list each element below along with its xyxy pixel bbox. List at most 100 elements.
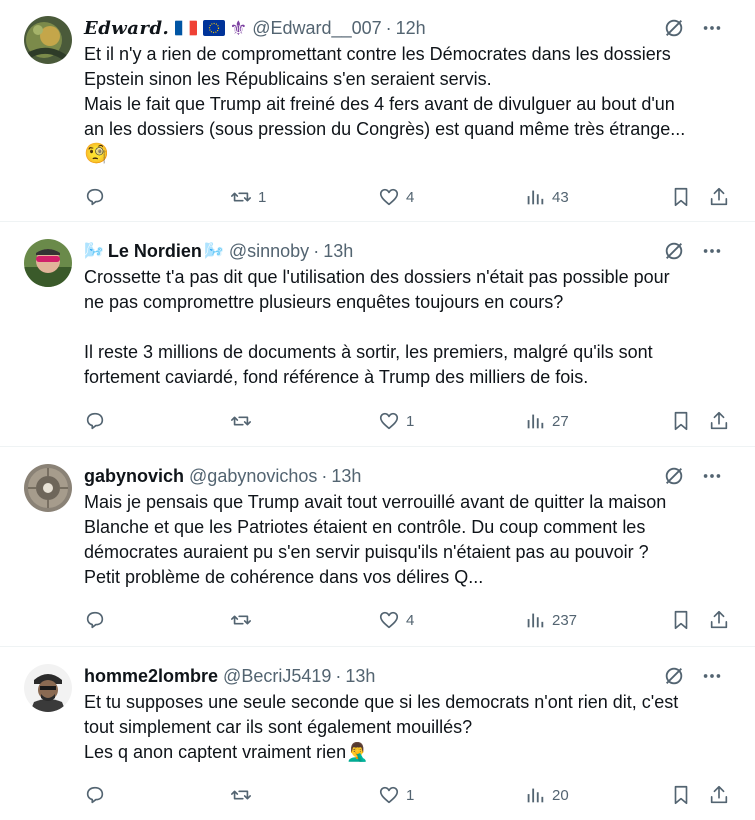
bookmark-button[interactable] (670, 409, 692, 433)
tweet-header: homme2lombre @BecriJ5419 · 13h (84, 664, 739, 688)
view-count: 20 (552, 786, 569, 804)
like-button[interactable]: 1 (378, 783, 414, 807)
analytics-icon (527, 414, 544, 429)
grok-icon[interactable] (663, 665, 685, 687)
like-count: 1 (406, 786, 415, 804)
action-bar: 1 4 43 (84, 185, 735, 209)
tweet-header: Edward. ⚜ @Edward__007 · 12h (84, 16, 739, 40)
paragraph-break (84, 315, 734, 340)
views-button[interactable]: 20 (524, 783, 569, 807)
view-count: 43 (552, 188, 569, 206)
timestamp[interactable]: 13h (331, 466, 361, 487)
display-name[interactable]: homme2lombre (84, 666, 218, 687)
display-name[interactable]: Edward. (84, 18, 169, 39)
bookmark-icon (674, 610, 688, 630)
like-count: 4 (406, 611, 415, 629)
views-button[interactable]: 237 (524, 608, 577, 632)
fleur-de-lis-icon: ⚜ (229, 17, 248, 40)
views-button[interactable]: 27 (524, 409, 569, 433)
reply-button[interactable] (84, 608, 112, 632)
like-button[interactable]: 4 (378, 185, 414, 209)
grok-icon[interactable] (663, 465, 685, 487)
timestamp[interactable]: 13h (345, 666, 375, 687)
action-bar: 4 237 (84, 608, 735, 632)
reply-button[interactable] (84, 409, 112, 433)
more-options-icon[interactable] (701, 240, 723, 262)
share-button[interactable] (708, 409, 730, 433)
avatar[interactable] (24, 16, 72, 64)
bookmark-button[interactable] (670, 185, 692, 209)
share-button[interactable] (708, 783, 730, 807)
timestamp[interactable]: 13h (323, 241, 353, 262)
repost-button[interactable]: 1 (230, 185, 266, 209)
bookmark-button[interactable] (670, 783, 692, 807)
text-line: Petit problème de cohérence dans vos dél… (84, 567, 484, 587)
text-line: Il reste 3 millions de documents à sorti… (84, 342, 653, 362)
grok-icon[interactable] (663, 17, 685, 39)
separator-dot: · (335, 665, 342, 686)
more-options-icon[interactable] (701, 17, 723, 39)
repost-button[interactable] (230, 783, 258, 807)
header-actions (663, 16, 723, 40)
share-button[interactable] (708, 185, 730, 209)
separator-dot: · (385, 17, 392, 38)
avatar[interactable] (24, 464, 72, 512)
display-name[interactable]: Le Nordien (108, 241, 202, 262)
repost-icon (231, 416, 251, 426)
share-icon (710, 411, 728, 430)
tweet[interactable]: homme2lombre @BecriJ5419 · 13h Et tu sup… (0, 648, 755, 820)
tweet-text: Crossette t'a pas dit que l'utilisation … (84, 265, 734, 390)
avatar[interactable] (24, 664, 72, 712)
bookmark-icon (674, 187, 688, 207)
handle[interactable]: @BecriJ5419 (223, 666, 331, 687)
share-button[interactable] (708, 608, 730, 632)
reply-button[interactable] (84, 185, 112, 209)
grok-icon[interactable] (663, 240, 685, 262)
analytics-icon (527, 613, 544, 628)
text-line: ne pas compromettre plusieurs enquêtes t… (84, 292, 564, 312)
tweet[interactable]: gabynovich @gabynovichos · 13h Mais je p… (0, 448, 755, 647)
text-line: Mais le fait que Trump ait freiné des 4 … (84, 94, 675, 114)
header-actions (663, 239, 723, 263)
handle[interactable]: @gabynovichos (189, 466, 317, 487)
repost-button[interactable] (230, 608, 258, 632)
tweet-text: Et il n'y a rien de compromettant contre… (84, 42, 734, 167)
handle[interactable]: @Edward__007 (252, 18, 381, 39)
like-button[interactable]: 1 (378, 409, 414, 433)
wind-icon: 🌬️ (203, 243, 224, 260)
handle[interactable]: @sinnoby (229, 241, 309, 262)
reply-button[interactable] (84, 783, 112, 807)
share-icon (710, 785, 728, 804)
text-line: Crossette t'a pas dit que l'utilisation … (84, 267, 670, 287)
repost-button[interactable] (230, 409, 258, 433)
wind-icon: 🌬️ (84, 243, 104, 260)
tweet-header: gabynovich @gabynovichos · 13h (84, 464, 739, 488)
text-line: Blanche et que les Patriotes étaient en … (84, 517, 646, 537)
view-count: 237 (552, 611, 578, 629)
reply-icon (86, 188, 104, 206)
text-line: an les dossiers (sous pression du Congrè… (84, 119, 686, 139)
tweet[interactable]: 🌬️ Le Nordien 🌬️ @sinnoby · 13h Crossett… (0, 223, 755, 447)
share-icon (710, 187, 728, 206)
display-name[interactable]: gabynovich (84, 466, 184, 487)
more-options-icon[interactable] (701, 465, 723, 487)
text-line: Les q anon captent vraiment rien🤦‍♂️ (84, 742, 369, 762)
like-count: 1 (406, 412, 415, 430)
share-icon (710, 610, 728, 629)
reply-icon (86, 786, 104, 804)
like-count: 4 (406, 188, 415, 206)
tweet-text: Et tu supposes une seule seconde que si … (84, 690, 734, 765)
bookmark-button[interactable] (670, 608, 692, 632)
heart-icon (379, 611, 399, 629)
views-button[interactable]: 43 (524, 185, 569, 209)
tweet[interactable]: Edward. ⚜ @Edward__007 · 12h Et il n'y a… (0, 0, 755, 222)
avatar[interactable] (24, 239, 72, 287)
repost-icon (231, 790, 251, 800)
repost-count: 1 (258, 188, 267, 206)
separator-dot: · (313, 240, 320, 261)
heart-icon (379, 188, 399, 206)
timestamp[interactable]: 12h (396, 18, 426, 39)
repost-icon (231, 615, 251, 625)
more-options-icon[interactable] (701, 665, 723, 687)
like-button[interactable]: 4 (378, 608, 414, 632)
